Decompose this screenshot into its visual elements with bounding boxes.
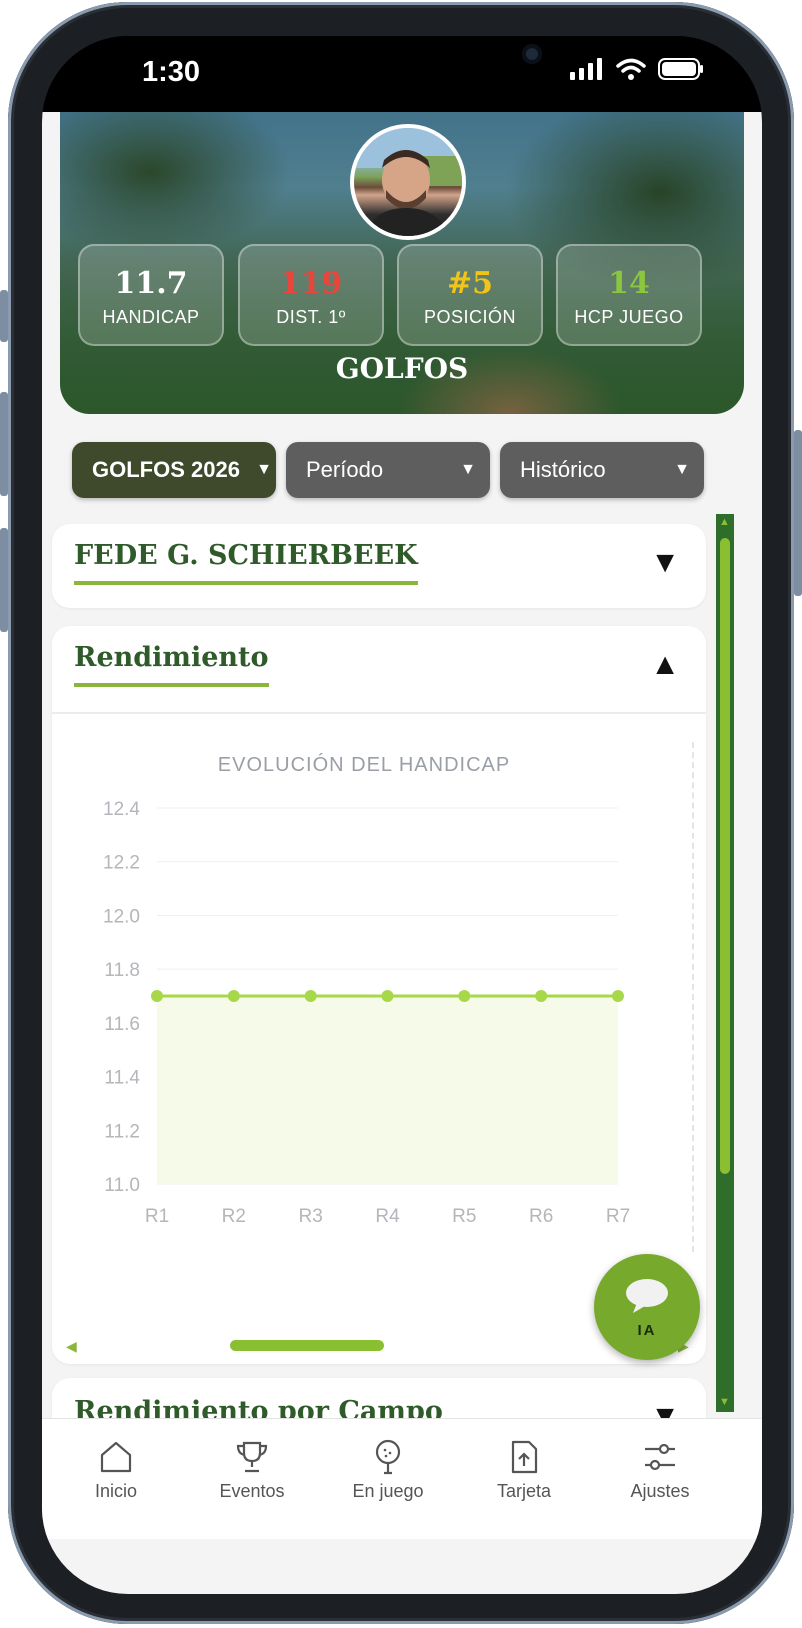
player-card[interactable]: FEDE G. SCHIERBEEK ▼ <box>52 524 706 608</box>
stat-position: #5 POSICIÓN <box>397 244 543 346</box>
sliders-icon <box>645 1443 675 1471</box>
wifi-icon <box>616 58 646 80</box>
avatar[interactable] <box>350 124 466 240</box>
x-tick-label: R2 <box>222 1206 246 1227</box>
stat-label: DIST. 1º <box>276 307 346 327</box>
stat-value: 14 <box>608 266 650 301</box>
stat-label: HANDICAP <box>102 307 200 327</box>
golf-ball-icon <box>375 1439 401 1475</box>
tab-eventos[interactable]: Eventos <box>192 1439 312 1502</box>
scroll-down-arrow-icon[interactable]: ▼ <box>719 1396 730 1408</box>
tab-label: Ajustes <box>630 1481 690 1501</box>
tab-tarjeta[interactable]: Tarjeta <box>464 1439 584 1502</box>
x-tick-label: R4 <box>375 1206 400 1227</box>
home-icon <box>100 1441 132 1473</box>
range-select-label: Histórico <box>520 457 606 482</box>
status-bar: 1:30 <box>42 36 762 112</box>
status-icons <box>570 58 704 80</box>
period-select-label: Período <box>306 457 384 482</box>
y-tick-label: 11.0 <box>104 1175 140 1196</box>
avatar-photo <box>354 128 462 236</box>
ai-assistant-button[interactable]: IA <box>594 1254 700 1360</box>
y-tick-label: 11.2 <box>104 1121 140 1142</box>
group-title: GOLFOS <box>335 352 469 385</box>
chevron-down-icon: ▼ <box>674 461 690 478</box>
volume-up-button <box>0 392 8 496</box>
x-tick-label: R5 <box>452 1206 476 1227</box>
x-tick-label: R7 <box>606 1206 630 1227</box>
range-select[interactable]: Histórico ▼ <box>500 442 704 498</box>
tournament-select[interactable]: GOLFOS 2026 ▼ <box>72 442 276 498</box>
tournament-select-label: GOLFOS 2026 <box>92 457 240 482</box>
y-tick-label: 11.4 <box>104 1068 140 1089</box>
stat-distance: 119 DIST. 1º <box>238 244 384 346</box>
battery-icon <box>658 58 703 80</box>
tab-inicio[interactable]: Inicio <box>56 1439 176 1502</box>
stat-value: #5 <box>446 266 493 301</box>
signal-icon <box>570 58 602 80</box>
front-camera <box>522 44 542 64</box>
scroll-up-arrow-icon[interactable]: ▲ <box>719 516 730 528</box>
ai-label: IA <box>637 1322 657 1339</box>
mute-switch <box>0 290 8 342</box>
app-content: 11.7 HANDICAP 119 DIST. 1º #5 POSICIÓN 1… <box>42 112 762 1594</box>
y-tick-label: 12.4 <box>103 799 140 820</box>
player-name: FEDE G. SCHIERBEEK <box>74 540 418 585</box>
series-area <box>157 996 618 1184</box>
chevron-down-icon: ▼ <box>460 461 476 478</box>
data-point <box>458 990 471 1002</box>
stat-value: 119 <box>279 266 343 301</box>
profile-hero: 11.7 HANDICAP 119 DIST. 1º #5 POSICIÓN 1… <box>60 112 744 414</box>
y-tick-label: 12.0 <box>103 906 140 927</box>
tab-label: Tarjeta <box>496 1481 552 1501</box>
chevron-down-icon: ▼ <box>256 461 272 478</box>
tab-label: En juego <box>352 1481 424 1501</box>
trophy-icon <box>236 1441 268 1473</box>
upload-card-icon <box>511 1440 538 1474</box>
tab-ajustes[interactable]: Ajustes <box>600 1439 720 1502</box>
x-tick-label: R6 <box>529 1206 553 1227</box>
chat-bubble-icon <box>626 1279 668 1313</box>
vertical-scroll-thumb[interactable] <box>720 538 730 1174</box>
phone-screen: 1:30 11.7 HANDICAP 119 DIST. 1º #5 POSIC… <box>42 36 762 1594</box>
performance-card: Rendimiento ▲ EVOLUCIÓN DEL HANDICAP 12.4… <box>52 626 706 1364</box>
stat-handicap: 11.7 HANDICAP <box>78 244 224 346</box>
stat-game-handicap: 14 HCP JUEGO <box>556 244 702 346</box>
volume-down-button <box>0 528 8 632</box>
status-time: 1:30 <box>142 56 201 88</box>
period-select[interactable]: Período ▼ <box>286 442 490 498</box>
notch <box>268 36 542 90</box>
data-point <box>151 990 163 1002</box>
data-point <box>612 990 624 1002</box>
stat-value: 11.7 <box>114 266 188 301</box>
chart-title: EVOLUCIÓN DEL HANDICAP <box>218 753 510 776</box>
caret-down-icon[interactable]: ▼ <box>650 546 680 580</box>
scroll-left-arrow-icon[interactable]: ◀ <box>66 1338 77 1355</box>
x-tick-label: R1 <box>145 1206 169 1227</box>
stat-label: POSICIÓN <box>423 307 516 327</box>
vertical-scrollbar[interactable]: ▲ ▼ <box>716 514 734 1412</box>
y-tick-label: 11.8 <box>104 960 140 981</box>
stat-label: HCP JUEGO <box>574 307 684 327</box>
data-point <box>381 990 394 1002</box>
power-button <box>794 430 802 596</box>
tab-en-juego[interactable]: En juego <box>328 1439 448 1502</box>
y-tick-label: 11.6 <box>104 1014 140 1035</box>
horizontal-scroll-thumb[interactable] <box>230 1340 384 1351</box>
tab-label: Eventos <box>219 1481 285 1501</box>
data-point <box>304 990 317 1002</box>
x-tick-label: R3 <box>299 1206 323 1227</box>
data-point <box>535 990 548 1002</box>
bottom-tab-bar: Inicio Eventos En juego Tarjeta Ajustes <box>42 1418 762 1539</box>
tab-label: Inicio <box>94 1481 138 1501</box>
y-tick-label: 12.2 <box>103 853 140 874</box>
handicap-chart: EVOLUCIÓN DEL HANDICAP 12.4 12.2 12.0 11.8 11… <box>103 753 630 1227</box>
data-point <box>227 990 240 1002</box>
